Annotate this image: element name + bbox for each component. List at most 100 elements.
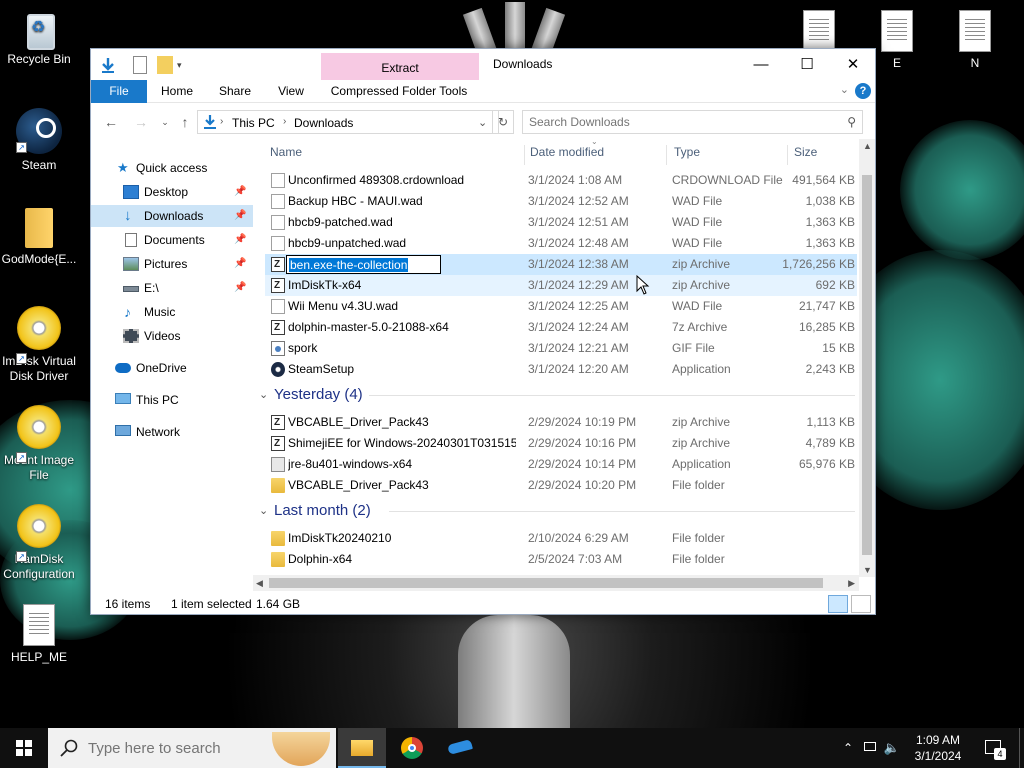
- table-row[interactable]: ShimejiEE for Windows-20240301T031515...…: [265, 433, 857, 454]
- pin-icon[interactable]: 📌: [234, 229, 246, 251]
- address-bar[interactable]: › This PC › Downloads ⌄: [197, 110, 499, 134]
- table-row-selected[interactable]: ben.exe-the-collection 3/1/2024 12:38 AM…: [265, 254, 857, 275]
- nav-item-downloads[interactable]: ↓ Downloads 📌: [91, 205, 253, 227]
- scroll-right-arrow-icon[interactable]: ▶: [848, 578, 855, 589]
- tab-file[interactable]: File: [91, 80, 147, 103]
- group-header-last-month[interactable]: ⌄ Last month (2): [257, 500, 857, 522]
- scrollbar-thumb[interactable]: [269, 578, 823, 588]
- table-row[interactable]: hbcb9-patched.wad 3/1/2024 12:51 AM WAD …: [265, 212, 857, 233]
- new-folder-icon[interactable]: [157, 56, 173, 74]
- scroll-up-arrow-icon[interactable]: ▲: [863, 141, 872, 151]
- customize-toolbar-icon[interactable]: ▾: [177, 56, 187, 74]
- expand-ribbon-chevron-icon[interactable]: ⌄: [840, 83, 849, 96]
- nav-item-e-drive[interactable]: E:\ 📌: [91, 277, 253, 299]
- scroll-left-arrow-icon[interactable]: ◀: [256, 578, 263, 589]
- show-hidden-icons-chevron-icon[interactable]: ⌃: [838, 728, 858, 768]
- desktop-icon-godmode[interactable]: GodMode{E...: [1, 208, 77, 267]
- nav-item-videos[interactable]: Videos: [91, 325, 253, 347]
- collapse-chevron-icon[interactable]: ⌄: [259, 384, 268, 406]
- table-row[interactable]: Unconfirmed 489308.crdownload 3/1/2024 1…: [265, 170, 857, 191]
- column-header-name[interactable]: Name: [263, 145, 525, 165]
- table-row[interactable]: VBCABLE_Driver_Pack43 2/29/2024 10:20 PM…: [265, 475, 857, 496]
- volume-icon[interactable]: 🔈: [882, 728, 902, 768]
- close-button[interactable]: ✕: [830, 49, 876, 80]
- taskbar-chrome[interactable]: [388, 728, 436, 768]
- start-button[interactable]: [0, 728, 48, 768]
- rename-input[interactable]: ben.exe-the-collection: [286, 255, 441, 274]
- nav-item-desktop[interactable]: Desktop 📌: [91, 181, 253, 203]
- desktop-icon-imdisk[interactable]: ↗ ImDisk Virtual Disk Driver: [1, 306, 77, 384]
- up-arrow-icon[interactable]: ↑: [175, 112, 195, 132]
- pin-icon[interactable]: 📌: [234, 253, 246, 275]
- forward-arrow-icon[interactable]: →: [131, 112, 151, 132]
- column-header-type[interactable]: Type: [667, 145, 788, 165]
- taskbar-clock[interactable]: 1:09 AM 3/1/2024: [902, 732, 974, 764]
- maximize-button[interactable]: ☐: [784, 49, 830, 80]
- search-icon[interactable]: ⚲: [847, 115, 856, 129]
- desktop-icon-ramdisk[interactable]: ↗ RamDisk Configuration: [1, 504, 77, 582]
- breadcrumb-this-pc[interactable]: This PC: [232, 116, 275, 130]
- table-row[interactable]: spork 3/1/2024 12:21 AM GIF File 15 KB: [265, 338, 857, 359]
- pin-icon[interactable]: 📌: [234, 205, 246, 227]
- desktop-icon-steam[interactable]: ↗ Steam: [1, 108, 77, 173]
- properties-icon[interactable]: [133, 56, 147, 74]
- nav-item-onedrive[interactable]: OneDrive: [91, 357, 253, 379]
- scroll-down-arrow-icon[interactable]: ▼: [863, 565, 872, 575]
- file-size: 1,726,256 KB: [782, 257, 855, 271]
- taskbar-dolphin[interactable]: [436, 728, 484, 768]
- table-row[interactable]: Dolphin-x64 2/5/2024 7:03 AM File folder: [265, 549, 857, 570]
- nav-item-documents[interactable]: Documents 📌: [91, 229, 253, 251]
- refresh-button[interactable]: ↻: [492, 110, 514, 134]
- taskbar-file-explorer[interactable]: [338, 728, 386, 768]
- table-row[interactable]: SteamSetup 3/1/2024 12:20 AM Application…: [265, 359, 857, 380]
- tab-home[interactable]: Home: [153, 80, 201, 103]
- nav-item-quick-access[interactable]: ★ Quick access: [91, 157, 253, 179]
- taskbar-search-input[interactable]: [88, 739, 288, 757]
- table-row[interactable]: Wii Menu v4.3U.wad 3/1/2024 12:25 AM WAD…: [265, 296, 857, 317]
- action-center-button[interactable]: 4: [980, 728, 1008, 768]
- nav-item-network[interactable]: Network: [91, 421, 253, 443]
- desktop-icon-help-me[interactable]: HELP_ME: [1, 604, 77, 665]
- details-view-icon[interactable]: [828, 595, 848, 613]
- desktop-icon-mount-image[interactable]: ↗ Mount Image File: [1, 405, 77, 483]
- breadcrumb-downloads[interactable]: Downloads: [294, 116, 353, 130]
- nav-item-this-pc[interactable]: This PC: [91, 389, 253, 411]
- column-header-date-modified[interactable]: Date modified: [523, 145, 667, 165]
- pin-icon[interactable]: 📌: [234, 277, 246, 299]
- scrollbar-thumb[interactable]: [862, 175, 872, 555]
- nav-item-pictures[interactable]: Pictures 📌: [91, 253, 253, 275]
- table-row[interactable]: jre-8u401-windows-x64 2/29/2024 10:14 PM…: [265, 454, 857, 475]
- network-status-icon[interactable]: [860, 728, 880, 768]
- contextual-tab-extract[interactable]: Extract: [321, 53, 479, 83]
- help-icon[interactable]: ?: [855, 83, 871, 99]
- search-input[interactable]: [529, 114, 829, 130]
- table-row[interactable]: hbcb9-unpatched.wad 3/1/2024 12:48 AM WA…: [265, 233, 857, 254]
- tab-view[interactable]: View: [267, 80, 315, 103]
- table-row[interactable]: VBCABLE_Driver_Pack43 2/29/2024 10:19 PM…: [265, 412, 857, 433]
- tab-share[interactable]: Share: [211, 80, 259, 103]
- title-bar[interactable]: ▾ Extract Downloads — ☐ ✕: [91, 49, 876, 83]
- collapse-chevron-icon[interactable]: ⌄: [259, 500, 268, 522]
- table-row[interactable]: Backup HBC - MAUI.wad 3/1/2024 12:52 AM …: [265, 191, 857, 212]
- search-box[interactable]: ⚲: [522, 110, 863, 134]
- show-desktop-button[interactable]: [1019, 728, 1024, 768]
- table-row[interactable]: ImDiskTk-x64 3/1/2024 12:29 AM zip Archi…: [265, 275, 857, 296]
- taskbar-search-box[interactable]: [48, 728, 336, 768]
- column-header-size[interactable]: Size: [787, 145, 861, 165]
- vertical-scrollbar[interactable]: ▲ ▼: [859, 139, 875, 577]
- nav-item-music[interactable]: ♪ Music: [91, 301, 253, 323]
- table-row[interactable]: dolphin-master-5.0-21088-x64 3/1/2024 12…: [265, 317, 857, 338]
- address-dropdown-chevron-icon[interactable]: ⌄: [478, 116, 487, 129]
- minimize-button[interactable]: —: [738, 49, 784, 80]
- desktop-icon-label: HELP_ME: [10, 650, 68, 664]
- large-icons-view-icon[interactable]: [851, 595, 871, 613]
- desktop-icon-recycle-bin[interactable]: Recycle Bin: [1, 8, 77, 67]
- tab-compressed-folder-tools[interactable]: Compressed Folder Tools: [327, 80, 471, 103]
- table-row[interactable]: ImDiskTk20240210 2/10/2024 6:29 AM File …: [265, 528, 857, 549]
- desktop-icon-n[interactable]: N: [937, 10, 1013, 71]
- horizontal-scrollbar[interactable]: ◀ ▶: [253, 575, 859, 591]
- back-arrow-icon[interactable]: ←: [101, 112, 121, 132]
- pin-icon[interactable]: 📌: [234, 181, 246, 203]
- group-header-yesterday[interactable]: ⌄ Yesterday (4): [257, 384, 857, 406]
- recent-locations-chevron-icon[interactable]: ⌄: [155, 112, 175, 132]
